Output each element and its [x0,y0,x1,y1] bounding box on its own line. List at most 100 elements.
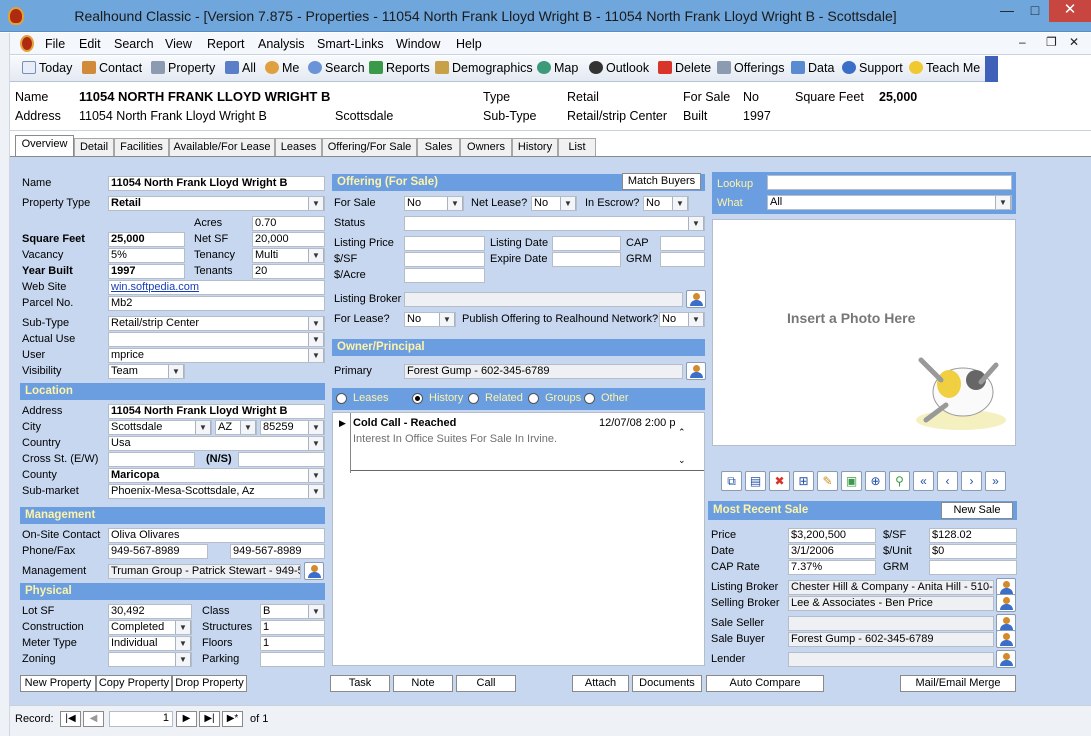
drop-property-button[interactable]: Drop Property [172,675,247,692]
delete-button[interactable]: Delete [658,61,711,75]
menu-window[interactable]: Window [396,37,440,51]
net-sf-field[interactable]: 20,000 [252,232,325,247]
menu-edit[interactable]: Edit [79,37,101,51]
zoning-select[interactable]: ▼ [108,652,192,667]
fax-field[interactable]: 949-567-8989 [230,544,325,559]
parcel-field[interactable]: Mb2 [108,296,325,311]
chevron-down-icon[interactable]: ▼ [308,605,324,618]
demographics-button[interactable]: Demographics [435,61,533,75]
chevron-down-icon[interactable]: ▼ [308,333,324,346]
teach-me-button[interactable]: Teach Me [909,61,980,75]
next-record-button[interactable]: ▶ [176,711,197,727]
tenancy-select[interactable]: Multi ▼ [252,248,325,263]
cross-street-ew-field[interactable] [108,452,195,467]
sub-type-select[interactable]: Retail/strip Center ▼ [108,316,325,331]
chevron-up-icon[interactable]: ⌃ [678,427,686,438]
property-type-select[interactable]: Retail ▼ [108,196,325,211]
selling-broker-field[interactable]: Lee & Associates - Ben Price [788,596,994,611]
sale-seller-field[interactable] [788,616,994,631]
county-select[interactable]: Maricopa ▼ [108,468,325,483]
chevron-down-icon[interactable]: ▼ [308,349,324,362]
tab-available-for-lease[interactable]: Available/For Lease [169,138,275,156]
pin-icon[interactable]: ⚲ [889,471,910,491]
documents-button[interactable]: Documents [632,675,702,692]
menu-search[interactable]: Search [114,37,154,51]
zoom-page-icon[interactable]: ⊕ [865,471,886,491]
mdi-close-button[interactable]: ✕ [1069,35,1079,49]
all-button[interactable]: All [225,61,256,75]
brush-icon[interactable]: ✎ [817,471,838,491]
new-property-button[interactable]: New Property [20,675,96,692]
paste-icon[interactable]: ▤ [745,471,766,491]
management-contact-lookup-icon[interactable] [304,562,324,580]
status-select[interactable]: ▼ [404,216,705,231]
maximize-button[interactable]: □ [1021,0,1049,22]
cap-field[interactable] [660,236,705,251]
chevron-down-icon[interactable]: ▼ [175,653,191,666]
mdi-restore-button[interactable]: ❐ [1046,35,1057,49]
chevron-down-icon[interactable]: ▼ [240,421,256,434]
web-site-field[interactable]: win.softpedia.com [108,280,325,295]
groups-radio-label[interactable]: Groups [545,392,581,404]
offering-for-sale-select[interactable]: No ▼ [404,196,464,211]
auto-compare-button[interactable]: Auto Compare [706,675,824,692]
tab-facilities[interactable]: Facilities [114,138,169,156]
tab-sales[interactable]: Sales [417,138,460,156]
chevron-down-icon[interactable]: ▼ [439,313,455,326]
listing-date-field[interactable] [552,236,621,251]
menu-view[interactable]: View [165,37,192,51]
leases-radio[interactable] [336,393,347,404]
menu-file[interactable]: File [45,37,65,51]
sale-price-field[interactable]: $3,200,500 [788,528,876,543]
folder-icon[interactable]: ▣ [841,471,862,491]
outlook-button[interactable]: Outlook [589,61,649,75]
chevron-down-icon[interactable]: ▼ [308,421,324,434]
last-photo-icon[interactable]: » [985,471,1006,491]
task-button[interactable]: Task [330,675,390,692]
floors-field[interactable]: 1 [260,636,325,651]
sub-market-select[interactable]: Phoenix-Mesa-Scottsdale, Az ▼ [108,484,325,499]
chevron-down-icon[interactable]: ▼ [308,469,324,482]
tenants-field[interactable]: 20 [252,264,325,279]
new-sale-button[interactable]: New Sale [941,502,1013,519]
expire-date-field[interactable] [552,252,621,267]
chevron-down-icon[interactable]: ▼ [688,313,704,326]
chevron-down-icon[interactable]: ▼ [308,437,324,450]
menu-report[interactable]: Report [207,37,245,51]
name-field[interactable]: 11054 North Frank Lloyd Wright B [108,176,325,191]
user-select[interactable]: mprice ▼ [108,348,325,363]
sale-price-per-sf-field[interactable]: $128.02 [929,528,1017,543]
chevron-down-icon[interactable]: ▼ [560,197,576,210]
chevron-down-icon[interactable]: ▼ [175,637,191,650]
tab-offering-for-sale[interactable]: Offering/For Sale [322,138,417,156]
history-item[interactable]: Cold Call - Reached 12/07/08 2:00 p Inte… [351,413,704,471]
minimize-button[interactable]: — [993,0,1021,22]
year-built-field[interactable]: 1997 [108,264,185,279]
chevron-down-icon[interactable]: ▼ [175,621,191,634]
next-photo-icon[interactable]: › [961,471,982,491]
me-button[interactable]: Me [265,61,299,75]
vacancy-field[interactable]: 5% [108,248,185,263]
delete-icon[interactable]: ✖ [769,471,790,491]
price-per-unit-field[interactable]: $0 [929,544,1017,559]
sale-buyer-field[interactable]: Forest Gump - 602-345-6789 [788,632,994,647]
copy-icon[interactable]: ⧉ [721,471,742,491]
property-button[interactable]: Property [151,61,215,75]
parking-field[interactable] [260,652,325,667]
groups-radio[interactable] [528,393,539,404]
related-radio[interactable] [468,393,479,404]
lookup-input[interactable] [767,175,1012,190]
toolbar-overflow-button[interactable] [985,56,998,82]
lot-sf-field[interactable]: 30,492 [108,604,192,619]
tab-overview[interactable]: Overview [15,135,74,157]
chevron-down-icon[interactable]: ⌄ [678,455,686,466]
tab-list[interactable]: List [558,138,596,156]
tab-detail[interactable]: Detail [74,138,114,156]
photo-area[interactable]: Insert a Photo Here [712,219,1016,446]
for-lease-select[interactable]: No ▼ [404,312,456,327]
last-record-button[interactable]: ▶| [199,711,220,727]
on-site-contact-field[interactable]: Oliva Olivares [108,528,325,543]
chevron-down-icon[interactable]: ▼ [308,317,324,330]
structures-field[interactable]: 1 [260,620,325,635]
lender-field[interactable] [788,652,994,667]
